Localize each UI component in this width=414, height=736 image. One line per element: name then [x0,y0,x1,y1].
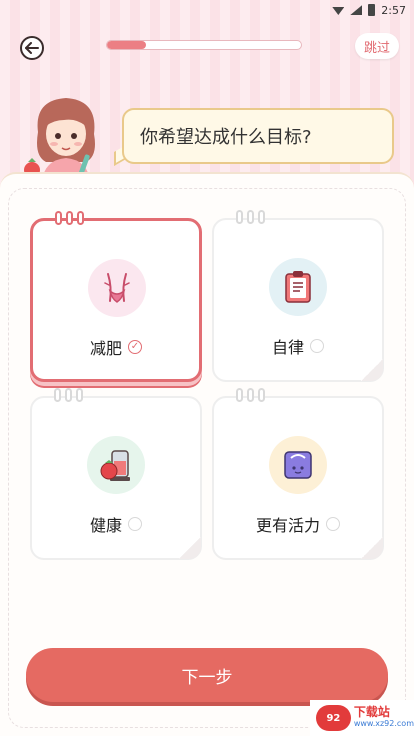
option-label: 健康 [89,516,122,535]
next-step-button[interactable]: 下一步 [26,648,388,702]
watermark-logo: 92 [316,705,351,731]
back-button[interactable] [20,36,44,60]
question-bubble: 你希望达成什么目标? [122,108,394,164]
signal-icon [350,5,363,15]
option-label: 减肥 [89,339,122,358]
juicer-strawberry-icon [87,436,145,494]
radio-icon[interactable] [310,339,324,353]
girl-avatar-icon [24,98,95,182]
checked-radio-icon[interactable]: ✓ [128,340,142,354]
option-card-health[interactable]: 健康 [30,388,202,560]
page-corner-fold [361,359,383,381]
battery-icon [368,4,376,16]
page-corner-fold [179,537,201,559]
radio-icon[interactable] [326,517,340,531]
status-bar: 2:57 [0,0,414,20]
page-corner-fold [361,537,383,559]
notebook-rings [236,210,265,224]
option-label: 更有活力 [255,516,320,535]
status-time: 2:57 [381,3,406,17]
notebook-rings [54,388,83,402]
notebook-rings [236,388,265,402]
option-card-energetic[interactable]: 更有活力 [212,388,384,560]
option-label: 自律 [271,338,304,357]
clipboard-icon [269,258,327,316]
progress-bar [106,40,302,50]
waist-icon [88,259,146,317]
notebook-rings [55,211,84,225]
option-card-lose-weight[interactable]: 减肥 ✓ [30,211,202,382]
watermark-url: www.xz92.com [353,719,414,728]
scale-icon [269,436,327,494]
watermark: 92 下载站 www.xz92.com [310,700,414,736]
watermark-text: 下载站 [353,705,390,719]
radio-icon[interactable] [128,517,142,531]
question-text: 你希望达成什么目标? [140,127,312,148]
skip-button[interactable]: 跳过 [355,33,399,59]
arrow-left-icon [25,42,39,54]
progress-fill [107,41,146,49]
option-card-self-discipline[interactable]: 自律 [212,210,384,382]
wifi-icon [332,7,345,15]
